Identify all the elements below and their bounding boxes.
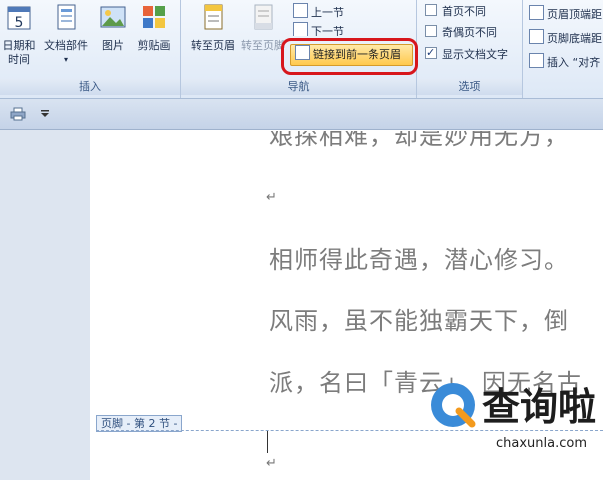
customize-dropdown-icon[interactable] (40, 109, 50, 119)
header-position-field[interactable]: 页眉顶端距 (529, 5, 602, 22)
show-document-text-label: 显示文档文字 (442, 48, 508, 61)
goto-footer-icon (254, 4, 273, 30)
text-cursor (267, 431, 268, 453)
watermark-url: chaxunla.com (496, 436, 587, 451)
next-section-button[interactable]: 下一节 (293, 22, 344, 36)
insert-group-label: 插入 (0, 79, 180, 95)
insert-alignment-tab-icon (529, 53, 544, 68)
next-section-label: 下一节 (311, 25, 344, 36)
options-group: 首页不同 奇偶页不同 显示文档文字 选项 (417, 0, 523, 98)
different-first-page-box (425, 4, 437, 16)
insert-group: 5 日期和 时间 文档部件 ▾ 图片 剪贴画 插入 (0, 0, 181, 98)
different-odd-even-box (425, 25, 437, 37)
show-document-text-checkbox[interactable]: 显示文档文字 (425, 44, 508, 63)
document-parts-button[interactable]: 文档部件 ▾ (40, 2, 92, 67)
different-odd-even-label: 奇偶页不同 (442, 26, 497, 39)
quick-access-bar (0, 99, 603, 130)
watermark-text: 查询啦 (482, 385, 597, 429)
show-document-text-box (425, 44, 437, 61)
ribbon: 5 日期和 时间 文档部件 ▾ 图片 剪贴画 插入 转至页眉 转至页脚 上一节 (0, 0, 603, 99)
print-icon[interactable] (10, 107, 26, 121)
options-group-label: 选项 (417, 79, 522, 95)
document-line-2: 相师得此奇遇，潜心修习。 (269, 246, 569, 274)
footer-position-label: 页脚底端距 (547, 32, 602, 45)
watermark-logo-icon (431, 383, 476, 428)
svg-text:5: 5 (15, 15, 24, 31)
calendar-icon: 5 (7, 6, 31, 31)
next-section-icon (293, 22, 308, 36)
clipart-button[interactable]: 剪贴画 (134, 2, 174, 53)
goto-header-button[interactable]: 转至页眉 (185, 2, 241, 53)
left-margin-area (0, 130, 90, 480)
header-position-icon (529, 5, 544, 20)
goto-header-label: 转至页眉 (191, 39, 235, 52)
paragraph-mark-1: ↵ (266, 190, 277, 205)
document-line-3: 风雨，虽不能独霸天下，倒 (269, 307, 569, 335)
picture-button[interactable]: 图片 (96, 2, 130, 53)
insert-alignment-tab-label: 插入 “对齐 (547, 56, 601, 69)
date-time-label-1: 日期和 (2, 39, 36, 52)
footer-position-icon (529, 29, 544, 44)
footer-position-field[interactable]: 页脚底端距 (529, 29, 602, 46)
previous-section-icon (293, 3, 308, 18)
picture-label: 图片 (102, 39, 124, 52)
highlight-annotation-oval (281, 38, 418, 75)
previous-section-label: 上一节 (311, 6, 344, 19)
position-group: 页眉顶端距 页脚底端距 插入 “对齐 (523, 0, 603, 98)
document-parts-icon (57, 4, 76, 30)
date-time-label-2: 时间 (8, 53, 30, 66)
clipart-label: 剪贴画 (137, 39, 171, 52)
different-first-page-label: 首页不同 (442, 5, 486, 18)
goto-header-icon (204, 4, 223, 30)
document-parts-label: 文档部件 (44, 39, 88, 52)
document-parts-dropdown: ▾ (63, 55, 68, 64)
insert-alignment-tab-button[interactable]: 插入 “对齐 (529, 53, 600, 70)
date-time-button[interactable]: 5 日期和 时间 (0, 2, 38, 67)
navigation-group-label: 导航 (181, 79, 416, 95)
different-first-page-checkbox[interactable]: 首页不同 (425, 3, 486, 20)
previous-section-button[interactable]: 上一节 (293, 3, 344, 20)
watermark: 查询啦 chaxunla.com (424, 372, 603, 462)
paragraph-mark-2: ↵ (266, 456, 277, 471)
clipart-icon (143, 6, 165, 28)
header-position-label: 页眉顶端距 (547, 8, 602, 21)
different-odd-even-checkbox[interactable]: 奇偶页不同 (425, 24, 497, 41)
picture-icon (100, 6, 126, 28)
